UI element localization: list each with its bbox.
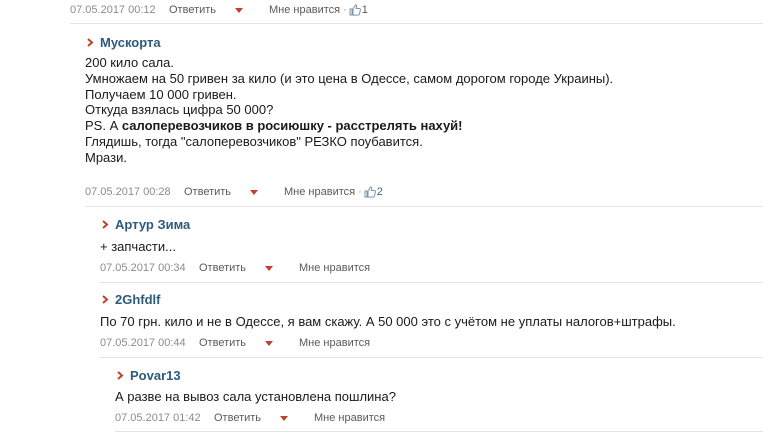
- comment-text-span: PS. А: [85, 118, 122, 134]
- comment-line: Откуда взялась цифра 50 000?: [85, 102, 274, 118]
- author-name[interactable]: 2Ghfdlf: [115, 292, 161, 307]
- reply-link[interactable]: Ответить: [199, 337, 265, 349]
- comment-meta: 07.05.2017 00:44 Ответить Мне нравится: [100, 335, 370, 351]
- comment-divider: [70, 23, 763, 24]
- caret-down-icon[interactable]: [250, 189, 258, 195]
- reply-link[interactable]: Ответить: [199, 262, 265, 274]
- comment-line: По 70 грн. кило и не в Одессе, я вам ска…: [100, 314, 676, 329]
- like-link[interactable]: Мне нравится: [269, 4, 340, 16]
- comment-text: По 70 грн. кило и не в Одессе, я вам ска…: [100, 314, 676, 330]
- comment-line: А разве на вывоз сала установлена пошлин…: [115, 389, 396, 404]
- comment-date: 07.05.2017 00:28: [85, 186, 171, 198]
- chevron-right-icon: [100, 219, 109, 229]
- like-link[interactable]: Мне нравится: [284, 186, 355, 198]
- comment-author: Артур Зима: [100, 215, 190, 233]
- caret-down-icon[interactable]: [235, 7, 243, 13]
- comment-author: 2Ghfdlf: [100, 290, 161, 308]
- comment-date: 07.05.2017 00:44: [100, 337, 186, 349]
- comment-meta: 07.05.2017 00:12 Ответить Мне нравится ·…: [70, 2, 368, 18]
- chevron-right-icon: [100, 294, 109, 304]
- like-link[interactable]: Мне нравится: [299, 337, 370, 349]
- comment-line: Умножаем на 50 гривен за кило (и это цен…: [85, 70, 614, 86]
- author-name[interactable]: Povar13: [130, 368, 181, 383]
- comment-line: Получаем 10 000 гривен.: [85, 86, 237, 102]
- comment-bold-text: салоперевозчиков в росиюшку - расстрелят…: [121, 118, 463, 134]
- chevron-right-icon: [85, 37, 94, 47]
- dot-separator: ·: [358, 186, 362, 198]
- like-link[interactable]: Мне нравится: [299, 262, 370, 274]
- comment-line: PS. А салоперевозчиков в росиюшку - расс…: [85, 118, 613, 134]
- like-link[interactable]: Мне нравится: [314, 412, 385, 424]
- reply-link[interactable]: Ответить: [169, 4, 235, 16]
- comment-author: Мускорта: [85, 33, 161, 51]
- comment-author: Povar13: [115, 366, 181, 384]
- comment-line: Мрази.: [85, 149, 127, 165]
- comment-meta: 07.05.2017 00:28 Ответить Мне нравится ·…: [85, 184, 383, 200]
- thumbs-up-icon[interactable]: [364, 186, 376, 198]
- author-name[interactable]: Мускорта: [100, 35, 161, 50]
- comment-date: 07.05.2017 01:42: [115, 412, 201, 424]
- comment-line: Глядишь, тогда "салоперевозчиков" РЕЗКО …: [85, 133, 423, 149]
- like-count: 2: [376, 186, 383, 198]
- comment-text: + запчасти...: [100, 239, 176, 255]
- comment-divider: [100, 282, 763, 283]
- like-count: 1: [361, 4, 368, 16]
- caret-down-icon[interactable]: [265, 265, 273, 271]
- comment-line: + запчасти...: [100, 239, 176, 254]
- caret-down-icon[interactable]: [280, 415, 288, 421]
- comment-divider: [115, 431, 763, 432]
- comment-meta: 07.05.2017 01:42 Ответить Мне нравится: [115, 410, 385, 426]
- comment-text: А разве на вывоз сала установлена пошлин…: [115, 389, 396, 405]
- comment-divider: [85, 206, 763, 207]
- reply-link[interactable]: Ответить: [214, 412, 280, 424]
- reply-link[interactable]: Ответить: [184, 186, 250, 198]
- comment-text: 200 кило сала. Умножаем на 50 гривен за …: [85, 55, 613, 166]
- comment-date: 07.05.2017 00:34: [100, 262, 186, 274]
- thumbs-up-icon[interactable]: [349, 4, 361, 16]
- comment-divider: [100, 357, 763, 358]
- comment-line: 200 кило сала.: [85, 55, 174, 70]
- author-name[interactable]: Артур Зима: [115, 217, 190, 232]
- comment-date: 07.05.2017 00:12: [70, 4, 156, 16]
- comment-meta: 07.05.2017 00:34 Ответить Мне нравится: [100, 260, 370, 276]
- dot-separator: ·: [343, 4, 347, 16]
- chevron-right-icon: [115, 370, 124, 380]
- caret-down-icon[interactable]: [265, 340, 273, 346]
